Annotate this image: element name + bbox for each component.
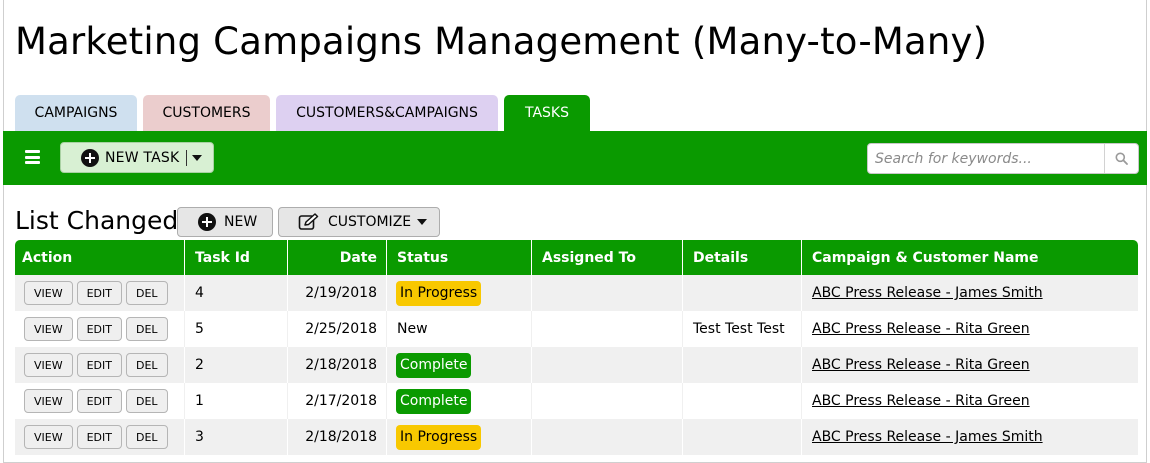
campaign-customer-link[interactable]: ABC Press Release - James Smith [812,429,1043,445]
col-action: Action [15,240,185,275]
edit-button[interactable]: EDIT [76,425,122,449]
search-input[interactable] [868,144,1104,173]
tab-customers-campaigns[interactable]: CUSTOMERS&CAMPAIGNS [276,95,498,131]
table-row: VIEW EDIT DEL 4 2/19/2018 In Progress AB… [15,275,1138,311]
list-title: List Changed [15,206,179,235]
new-task-label: NEW TASK [105,149,180,166]
button-divider [186,149,188,166]
toolbar: NEW TASK [3,131,1147,185]
campaign-customer-link[interactable]: ABC Press Release - Rita Green [812,393,1030,409]
task-details [683,419,802,455]
task-details [683,275,802,311]
status-cell: New [387,311,532,347]
edit-button[interactable]: EDIT [76,353,122,377]
delete-button[interactable]: DEL [126,353,168,377]
view-button[interactable]: VIEW [24,281,73,305]
task-details [683,383,802,419]
view-button[interactable]: VIEW [24,425,73,449]
assigned-to [532,275,683,311]
campaign-customer-link[interactable]: ABC Press Release - James Smith [812,285,1043,301]
task-id: 1 [185,383,288,419]
hamburger-icon[interactable] [25,150,40,164]
view-button[interactable]: VIEW [24,389,73,413]
campaign-customer-cell: ABC Press Release - James Smith [802,275,1138,311]
new-button-label: NEW [224,214,258,230]
assigned-to [532,311,683,347]
search-button[interactable] [1104,144,1138,173]
tasks-table: Action Task Id Date Status Assigned To D… [15,240,1138,455]
status-cell: Complete [387,383,532,419]
campaign-customer-cell: ABC Press Release - Rita Green [802,311,1138,347]
table-row: VIEW EDIT DEL 5 2/25/2018 New Test Test … [15,311,1138,347]
status-badge: Complete [396,388,472,414]
assigned-to [532,383,683,419]
edit-icon [298,213,319,230]
table-row: VIEW EDIT DEL 3 2/18/2018 In Progress AB… [15,419,1138,455]
search-icon [1115,152,1128,165]
task-id: 3 [185,419,288,455]
task-date: 2/25/2018 [288,311,387,347]
row-actions: VIEW EDIT DEL [15,383,185,419]
status-cell: In Progress [387,419,532,455]
edit-button[interactable]: EDIT [76,389,122,413]
task-id: 4 [185,275,288,311]
row-actions: VIEW EDIT DEL [15,275,185,311]
table-row: VIEW EDIT DEL 2 2/18/2018 Complete ABC P… [15,347,1138,383]
task-date: 2/18/2018 [288,347,387,383]
col-date[interactable]: Date [288,240,387,275]
delete-button[interactable]: DEL [126,425,168,449]
task-date: 2/17/2018 [288,383,387,419]
edit-button[interactable]: EDIT [76,281,122,305]
view-button[interactable]: VIEW [24,353,73,377]
task-date: 2/18/2018 [288,419,387,455]
campaign-customer-cell: ABC Press Release - James Smith [802,419,1138,455]
status-cell: Complete [387,347,532,383]
status-badge: Complete [396,352,472,378]
campaign-customer-cell: ABC Press Release - Rita Green [802,347,1138,383]
assigned-to [532,419,683,455]
tab-tasks[interactable]: TASKS [504,95,590,131]
delete-button[interactable]: DEL [126,317,168,341]
new-task-button[interactable]: NEW TASK [60,142,214,173]
view-button[interactable]: VIEW [24,317,73,341]
table-header: Action Task Id Date Status Assigned To D… [15,240,1138,275]
campaign-customer-link[interactable]: ABC Press Release - Rita Green [812,321,1030,337]
table-row: VIEW EDIT DEL 1 2/17/2018 Complete ABC P… [15,383,1138,419]
caret-down-icon[interactable] [192,154,203,161]
task-details [683,347,802,383]
plus-circle-icon [81,148,99,167]
row-actions: VIEW EDIT DEL [15,347,185,383]
row-actions: VIEW EDIT DEL [15,311,185,347]
tab-bar: CAMPAIGNS CUSTOMERS CUSTOMERS&CAMPAIGNS … [15,95,590,131]
campaign-customer-link[interactable]: ABC Press Release - Rita Green [812,357,1030,373]
col-assigned-to[interactable]: Assigned To [532,240,683,275]
status-badge: In Progress [396,424,482,450]
col-status[interactable]: Status [387,240,532,275]
delete-button[interactable]: DEL [126,281,168,305]
new-button[interactable]: NEW [177,207,273,237]
task-id: 5 [185,311,288,347]
search-box [867,143,1139,174]
task-details: Test Test Test [683,311,802,347]
status-badge: In Progress [396,280,482,306]
col-campaign-customer[interactable]: Campaign & Customer Name [802,240,1138,275]
campaign-customer-cell: ABC Press Release - Rita Green [802,383,1138,419]
tab-campaigns[interactable]: CAMPAIGNS [15,95,137,131]
task-id: 2 [185,347,288,383]
customize-button-label: CUSTOMIZE [328,214,412,230]
col-details[interactable]: Details [683,240,802,275]
col-task-id[interactable]: Task Id [185,240,288,275]
assigned-to [532,347,683,383]
delete-button[interactable]: DEL [126,389,168,413]
edit-button[interactable]: EDIT [76,317,122,341]
page-title: Marketing Campaigns Management (Many-to-… [15,20,988,63]
customize-button[interactable]: CUSTOMIZE [278,207,440,237]
status-text: New [397,321,428,337]
row-actions: VIEW EDIT DEL [15,419,185,455]
tab-customers[interactable]: CUSTOMERS [143,95,270,131]
plus-circle-icon [198,213,216,231]
caret-down-icon [417,219,428,225]
status-cell: In Progress [387,275,532,311]
task-date: 2/19/2018 [288,275,387,311]
